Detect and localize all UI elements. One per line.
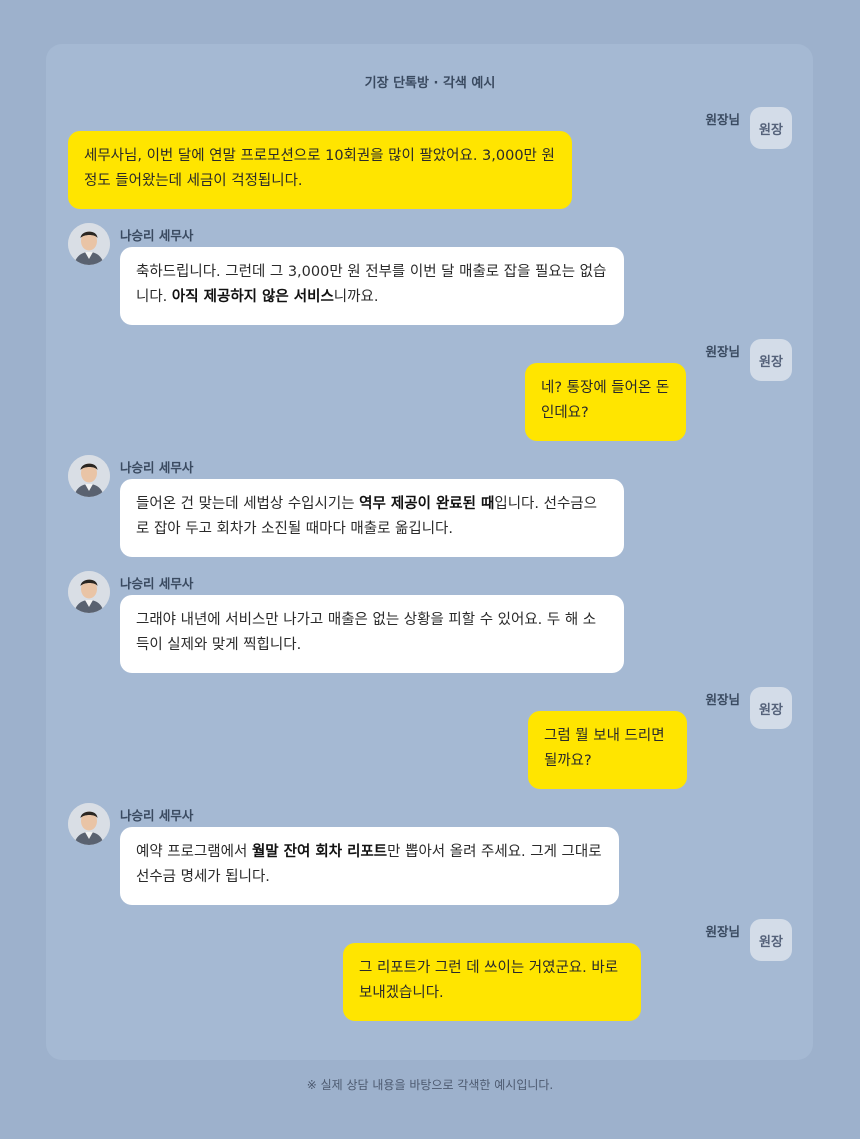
client-message-bubble: 그럼 뭘 보내 드리면 될까요? <box>528 711 687 789</box>
client-message-bubble: 네? 통장에 들어온 돈인데요? <box>525 363 686 441</box>
advisor-message-bubble: 들어온 건 맞는데 세법상 수입시기는 역무 제공이 완료된 때입니다. 선수금… <box>120 479 624 557</box>
message-text: 세무사님, 이번 달에 연말 프로모션으로 10회권을 많이 팔았어요. 3,0… <box>84 148 555 189</box>
advisor-avatar[interactable] <box>68 455 110 497</box>
advisor-message-bubble: 축하드립니다. 그런데 그 3,000만 원 전부를 이번 달 매출로 잡을 필… <box>120 247 624 325</box>
client-message-bubble: 세무사님, 이번 달에 연말 프로모션으로 10회권을 많이 팔았어요. 3,0… <box>68 131 572 209</box>
message-emphasis: 월말 잔여 회차 리포트 <box>251 844 388 860</box>
message-text: 네? 통장에 들어온 돈인데요? <box>541 380 670 421</box>
advisor-name: 나승리 세무사 <box>120 576 194 591</box>
advisor-avatar[interactable] <box>68 571 110 613</box>
message-text: 그 리포트가 그런 데 쓰이는 거였군요. 바로 보내겠습니다. <box>359 960 619 1001</box>
advisor-name: 나승리 세무사 <box>120 460 194 475</box>
message-text: 그럼 뭘 보내 드리면 될까요? <box>544 728 665 769</box>
chat-title: 기장 단톡방 · 각색 예시 <box>364 76 496 91</box>
advisor-name: 나승리 세무사 <box>120 808 194 823</box>
client-avatar[interactable]: 원장 <box>750 339 792 381</box>
message-text: 그래야 내년에 서비스만 나가고 매출은 없는 상황을 피할 수 있어요. 두 … <box>136 612 597 653</box>
client-name: 원장님 <box>705 692 740 707</box>
advisor-portrait-icon <box>68 223 110 265</box>
advisor-name: 나승리 세무사 <box>120 228 194 243</box>
client-avatar[interactable]: 원장 <box>750 919 792 961</box>
client-name: 원장님 <box>705 924 740 939</box>
message-emphasis: 역무 제공이 완료된 때 <box>359 496 495 512</box>
message-emphasis: 아직 제공하지 않은 서비스 <box>171 289 334 305</box>
advisor-message-bubble: 그래야 내년에 서비스만 나가고 매출은 없는 상황을 피할 수 있어요. 두 … <box>120 595 624 673</box>
message-text: 들어온 건 맞는데 세법상 수입시기는 <box>136 496 360 512</box>
advisor-portrait-icon <box>68 803 110 845</box>
advisor-portrait-icon <box>68 571 110 613</box>
advisor-message-bubble: 예약 프로그램에서 월말 잔여 회차 리포트만 뽑아서 올려 주세요. 그게 그… <box>120 827 619 905</box>
client-name: 원장님 <box>705 344 740 359</box>
client-message-bubble: 그 리포트가 그런 데 쓰이는 거였군요. 바로 보내겠습니다. <box>343 943 641 1021</box>
client-avatar[interactable]: 원장 <box>750 687 792 729</box>
advisor-avatar[interactable] <box>68 803 110 845</box>
message-text: 니까요. <box>333 289 379 305</box>
client-name: 원장님 <box>705 112 740 127</box>
footnote: ※ 실제 상담 내용을 바탕으로 각색한 예시입니다. <box>306 1078 554 1092</box>
advisor-portrait-icon <box>68 455 110 497</box>
advisor-avatar[interactable] <box>68 223 110 265</box>
client-avatar[interactable]: 원장 <box>750 107 792 149</box>
message-text: 예약 프로그램에서 <box>136 844 252 860</box>
